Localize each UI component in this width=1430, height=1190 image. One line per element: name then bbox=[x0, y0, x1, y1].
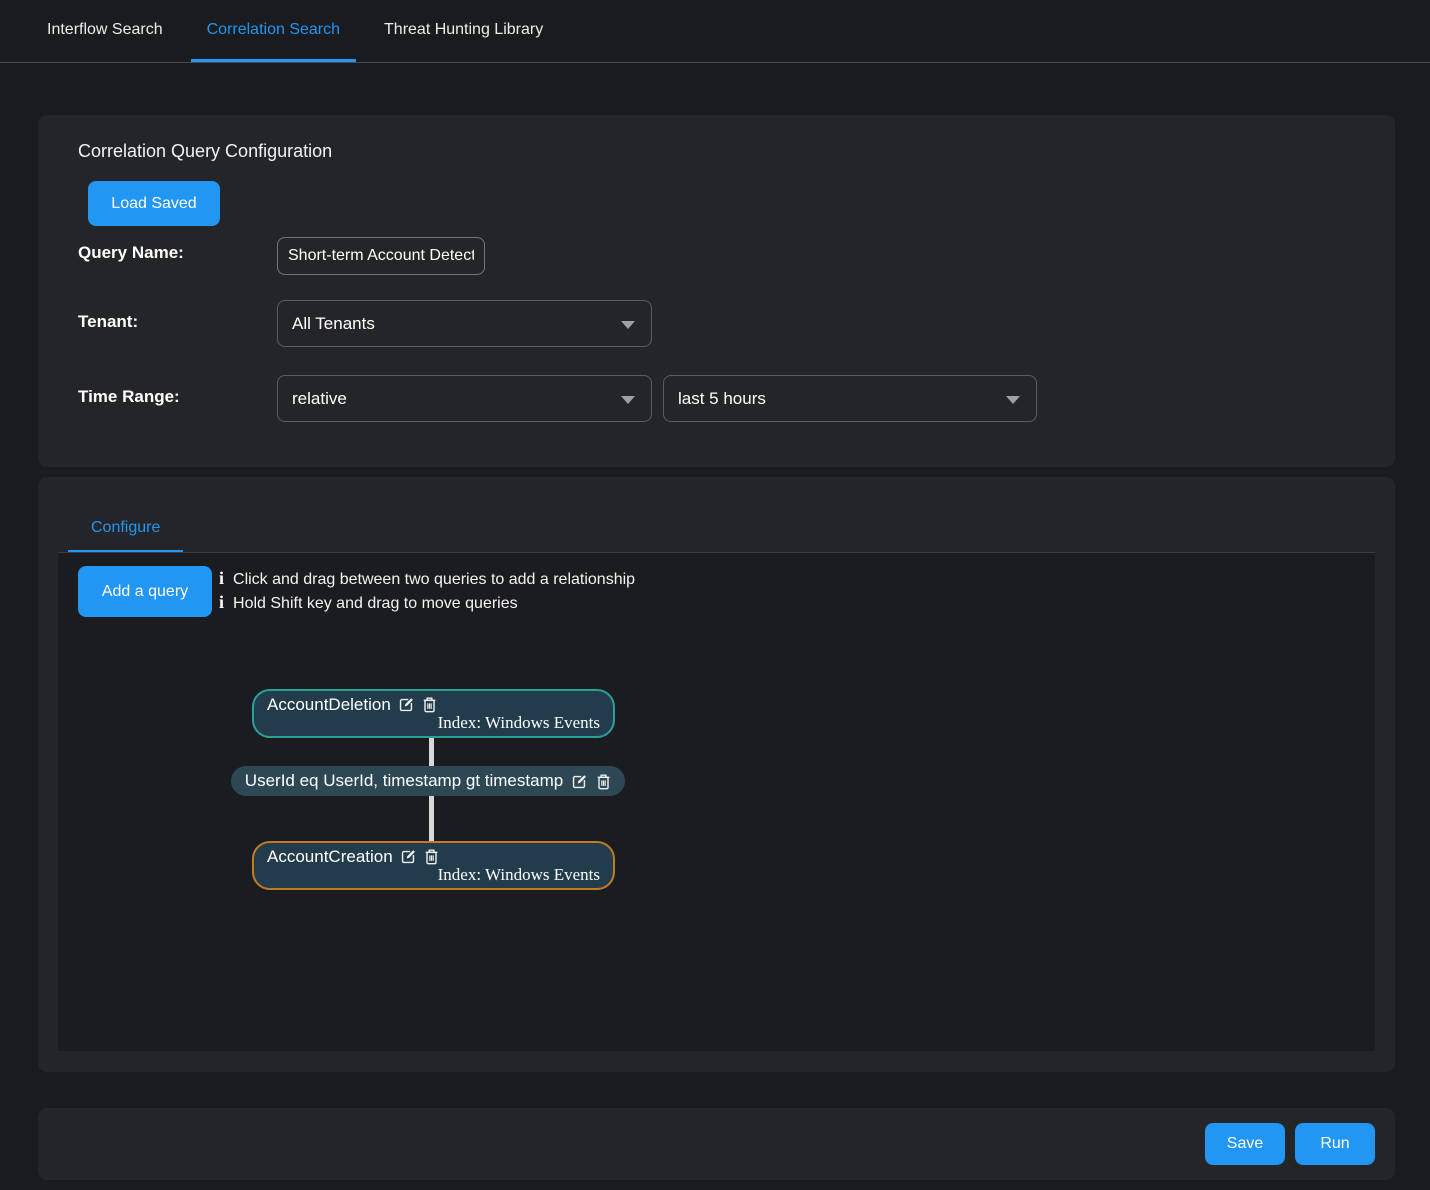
query-node-account-creation[interactable]: AccountCreation bbox=[252, 841, 615, 890]
query-node-account-deletion[interactable]: AccountDeletion bbox=[252, 689, 615, 738]
tab-label: Correlation Search bbox=[207, 21, 340, 39]
delete-query-icon[interactable] bbox=[424, 848, 439, 865]
tab-label: Threat Hunting Library bbox=[384, 21, 543, 39]
tab-label: Configure bbox=[91, 519, 160, 537]
info-icon: i bbox=[219, 569, 224, 588]
relationship-label: UserId eq UserId, timestamp gt timestamp bbox=[245, 771, 563, 791]
hint-text: Hold Shift key and drag to move queries bbox=[233, 594, 518, 613]
save-button[interactable]: Save bbox=[1205, 1123, 1285, 1165]
time-range-type-select[interactable]: relative bbox=[277, 375, 652, 422]
run-button[interactable]: Run bbox=[1295, 1123, 1375, 1165]
query-node-title-row: AccountCreation bbox=[254, 843, 613, 866]
query-graph-canvas[interactable]: Add a query i Click and drag between two… bbox=[58, 553, 1375, 1051]
tenant-select[interactable]: All Tenants bbox=[277, 300, 652, 347]
add-query-button[interactable]: Add a query bbox=[78, 566, 212, 617]
delete-relationship-icon[interactable] bbox=[596, 773, 611, 790]
time-range-label: Time Range: bbox=[78, 387, 180, 407]
footer-action-panel: Save Run bbox=[38, 1108, 1395, 1180]
query-node-title-row: AccountDeletion bbox=[254, 691, 613, 714]
time-range-type-value: relative bbox=[292, 389, 347, 409]
panel-title: Correlation Query Configuration bbox=[78, 140, 332, 162]
tab-threat-hunting-library[interactable]: Threat Hunting Library bbox=[368, 0, 559, 62]
tenant-label: Tenant: bbox=[78, 312, 138, 332]
correlation-search-page: Interflow Search Correlation Search Thre… bbox=[0, 0, 1430, 1190]
top-tab-bar: Interflow Search Correlation Search Thre… bbox=[0, 0, 1430, 63]
relationship-node[interactable]: UserId eq UserId, timestamp gt timestamp bbox=[231, 766, 625, 796]
load-saved-button[interactable]: Load Saved bbox=[88, 181, 220, 226]
tab-correlation-search[interactable]: Correlation Search bbox=[191, 0, 356, 62]
caret-down-icon bbox=[621, 396, 635, 404]
time-range-value-select[interactable]: last 5 hours bbox=[663, 375, 1037, 422]
caret-down-icon bbox=[1006, 396, 1020, 404]
edit-query-icon[interactable] bbox=[400, 848, 417, 865]
tab-label: Interflow Search bbox=[47, 21, 163, 39]
delete-query-icon[interactable] bbox=[422, 696, 437, 713]
query-node-index: Index: Windows Events bbox=[254, 713, 613, 733]
hint-relationship: i Click and drag between two queries to … bbox=[219, 569, 635, 589]
tenant-selected-value: All Tenants bbox=[292, 314, 375, 334]
tab-interflow-search[interactable]: Interflow Search bbox=[31, 0, 179, 62]
edit-relationship-icon[interactable] bbox=[571, 773, 588, 790]
caret-down-icon bbox=[621, 321, 635, 329]
edit-query-icon[interactable] bbox=[398, 696, 415, 713]
info-icon: i bbox=[219, 593, 224, 612]
query-name-input[interactable] bbox=[277, 237, 485, 275]
hint-text: Click and drag between two queries to ad… bbox=[233, 570, 635, 589]
query-node-name: AccountDeletion bbox=[267, 695, 391, 714]
hint-move: i Hold Shift key and drag to move querie… bbox=[219, 593, 518, 613]
configure-panel: Configure Add a query i Click and drag b… bbox=[38, 477, 1395, 1072]
query-node-name: AccountCreation bbox=[267, 847, 393, 866]
query-name-label: Query Name: bbox=[78, 243, 184, 263]
correlation-query-configuration-panel: Correlation Query Configuration Load Sav… bbox=[38, 115, 1395, 467]
query-node-index: Index: Windows Events bbox=[254, 865, 613, 885]
time-range-value: last 5 hours bbox=[678, 389, 766, 409]
tab-configure[interactable]: Configure bbox=[68, 505, 183, 553]
